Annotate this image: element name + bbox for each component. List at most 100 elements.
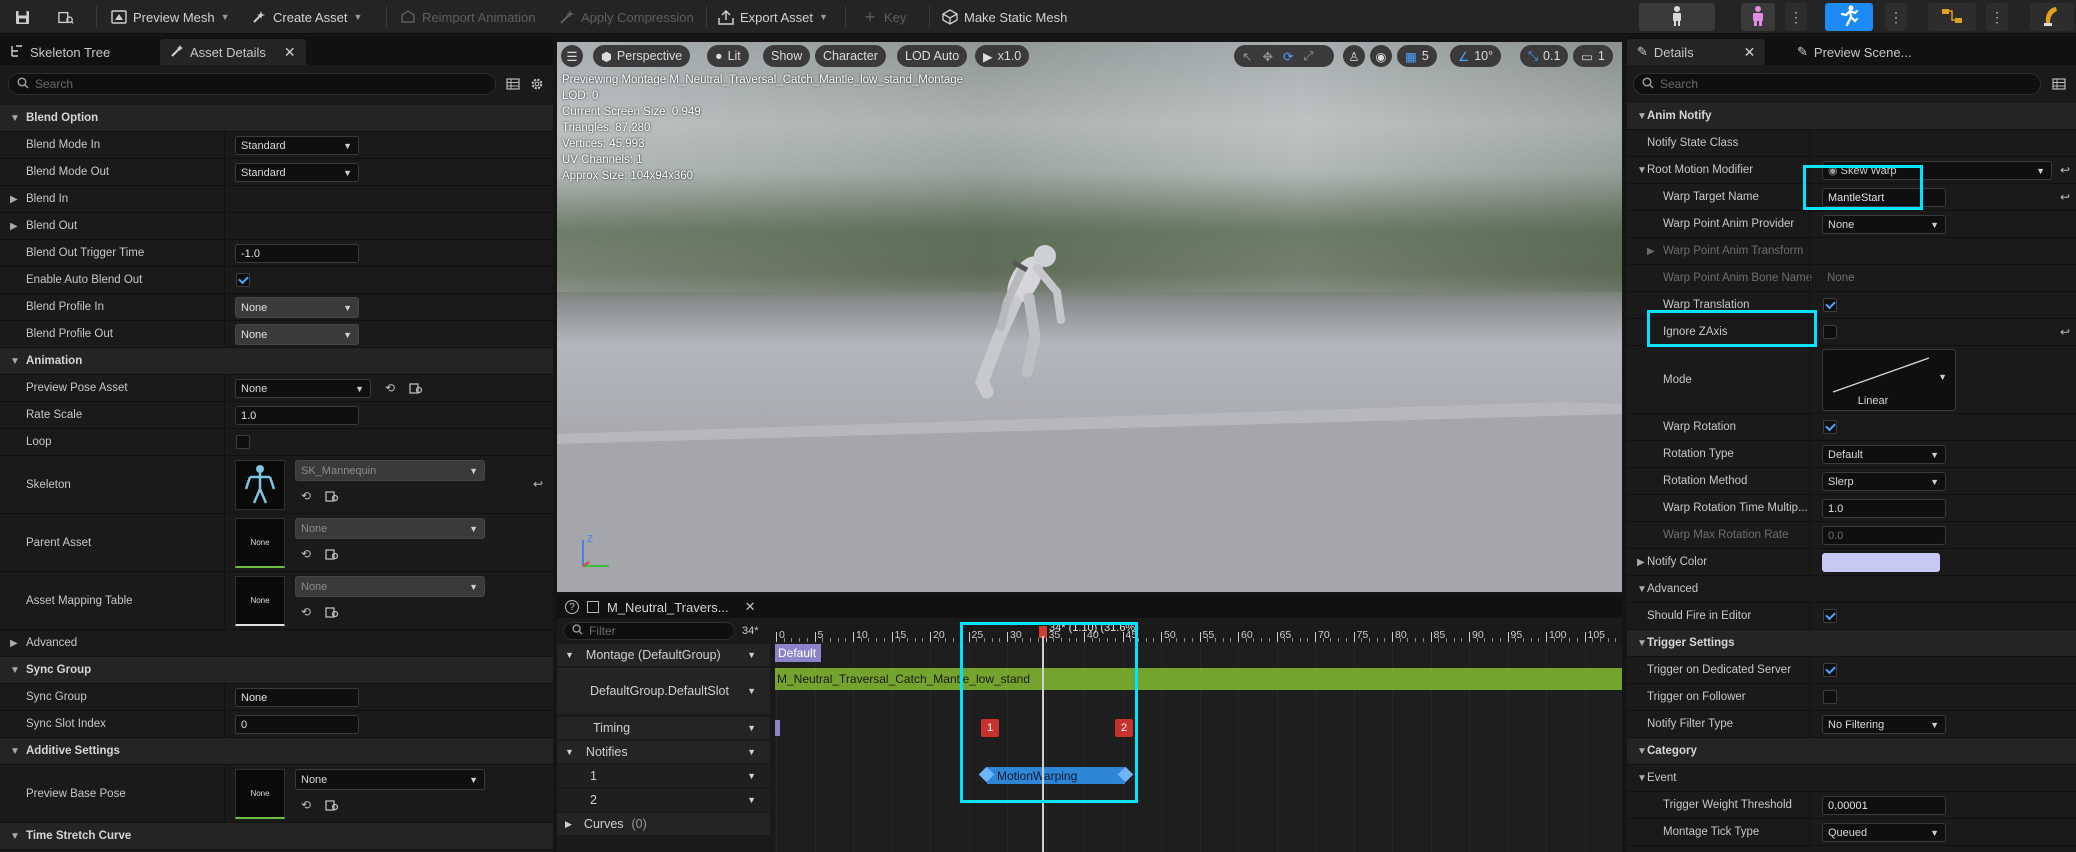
lit-button[interactable]: ● Lit: [707, 45, 749, 67]
reset-arrow-icon[interactable]: ↩: [2057, 189, 2073, 205]
row-advanced[interactable]: ▼ Advanced: [1627, 576, 2076, 603]
reset-arrow-icon[interactable]: ↩: [2057, 162, 2073, 178]
row-blend-in[interactable]: ▶ Blend In: [0, 186, 553, 213]
preview-base-pose-dropdown[interactable]: None ▼: [295, 769, 485, 790]
asset-details-search[interactable]: [8, 73, 496, 95]
section-trigger-settings[interactable]: ▼ Trigger Settings: [1627, 630, 2076, 657]
blend-mode-out-dropdown[interactable]: Standard ▼: [235, 163, 359, 182]
preview-mesh-button[interactable]: Preview Mesh ▼: [105, 4, 236, 30]
lod-button[interactable]: LOD Auto: [897, 45, 968, 67]
asset-mapping-table-dropdown[interactable]: None ▼: [295, 576, 485, 597]
grid-snap-button[interactable]: ▦ 5: [1397, 45, 1437, 67]
chevron-down-icon[interactable]: ▼: [747, 723, 756, 733]
mode-curve-dropdown[interactable]: Linear ▼: [1822, 349, 1956, 411]
warp-translation-checkbox[interactable]: [1823, 298, 1837, 312]
close-icon[interactable]: ✕: [1744, 44, 1756, 61]
notifies-row[interactable]: ▼ Notifies ▼: [557, 741, 770, 763]
row-advanced[interactable]: ▶ Advanced: [0, 630, 553, 657]
make-static-mesh-button[interactable]: Make Static Mesh: [936, 4, 1073, 30]
blueprint-mode-button[interactable]: [1928, 3, 1976, 31]
filter-input[interactable]: [589, 624, 734, 638]
motion-warping-notify-state[interactable]: MotionWarping: [987, 767, 1125, 784]
montage-tick-type-dropdown[interactable]: Queued ▼: [1822, 823, 1946, 842]
animation-mode-button[interactable]: [1825, 3, 1873, 31]
rate-scale-input[interactable]: 1.0: [235, 406, 359, 425]
use-selected-icon[interactable]: ⟲: [382, 380, 398, 396]
timing-marker-2[interactable]: 2: [1115, 719, 1133, 737]
timeline-tab[interactable]: ? M_Neutral_Travers... ✕: [557, 596, 764, 618]
select-tool-icon[interactable]: ↖: [1242, 49, 1252, 64]
table-view-icon[interactable]: [505, 76, 521, 92]
use-selected-icon[interactable]: ⟲: [298, 546, 314, 562]
section-additive-settings[interactable]: ▼ Additive Settings: [0, 738, 553, 765]
row-warp-point-anim-transform[interactable]: ▶ Warp Point Anim Transform: [1627, 238, 2076, 265]
blueprint-mode-menu[interactable]: ⋮: [1986, 3, 2008, 31]
browse-folder-icon[interactable]: [408, 380, 424, 396]
section-anim-notify[interactable]: ▼ Anim Notify: [1627, 103, 2076, 130]
surface-snap-button[interactable]: ◉: [1370, 45, 1392, 67]
save-button[interactable]: [8, 4, 36, 30]
chevron-down-icon[interactable]: ▼: [747, 650, 756, 660]
sync-group-input[interactable]: None: [235, 688, 359, 707]
playback-speed-button[interactable]: ▶ x1.0: [975, 45, 1030, 67]
browse-folder-icon[interactable]: [324, 488, 340, 504]
close-icon[interactable]: ✕: [284, 44, 296, 61]
section-animation[interactable]: ▼ Animation: [0, 348, 553, 375]
rotation-type-dropdown[interactable]: Default ▼: [1822, 445, 1946, 464]
scale-snap-button[interactable]: ⤡ 0.1: [1520, 45, 1569, 67]
details-search[interactable]: [1633, 73, 2041, 95]
montage-group-row[interactable]: ▼ Montage (DefaultGroup) ▼: [557, 644, 770, 666]
on-follower-checkbox[interactable]: [1823, 690, 1837, 704]
blend-profile-out-dropdown[interactable]: None ▼: [235, 324, 359, 345]
should-fire-checkbox[interactable]: [1823, 609, 1837, 623]
blend-mode-in-dropdown[interactable]: Standard ▼: [235, 136, 359, 155]
create-asset-button[interactable]: Create Asset ▼: [245, 4, 368, 30]
section-marker[interactable]: [775, 720, 780, 736]
blend-out-trigger-time-input[interactable]: -1.0: [235, 244, 359, 263]
default-slot-row[interactable]: DefaultGroup.DefaultSlot ▼: [557, 668, 770, 714]
character-button[interactable]: Character: [815, 45, 886, 67]
section-blend-option[interactable]: ▼ Blend Option: [0, 105, 553, 132]
parent-asset-thumbnail[interactable]: None: [235, 518, 285, 568]
apply-compression-button[interactable]: Apply Compression: [553, 4, 700, 30]
trigger-weight-threshold-input[interactable]: 0.00001: [1822, 796, 1946, 815]
reimport-animation-button[interactable]: Reimport Animation: [394, 4, 541, 30]
rotate-tool-icon[interactable]: ⟳: [1283, 49, 1293, 64]
preview-base-pose-thumbnail[interactable]: None: [235, 769, 285, 819]
export-asset-button[interactable]: Export Asset ▼: [712, 4, 834, 30]
notify-track-1[interactable]: 1 ▼: [557, 765, 770, 787]
search-input[interactable]: [35, 77, 495, 91]
warp-point-provider-dropdown[interactable]: None ▼: [1822, 215, 1946, 234]
auto-blend-out-checkbox[interactable]: [236, 273, 250, 287]
chevron-down-icon[interactable]: ▼: [747, 795, 756, 805]
montage-slot-segment[interactable]: M_Neutral_Traversal_Catch_Mantle_low_sta…: [775, 668, 1622, 690]
timing-row[interactable]: Timing ▼: [557, 717, 770, 739]
tab-skeleton-tree[interactable]: Skeleton Tree: [0, 39, 120, 65]
search-input[interactable]: [1660, 77, 2040, 91]
table-view-icon[interactable]: [2051, 76, 2067, 92]
rotation-time-multiplier-input[interactable]: 1.0: [1822, 499, 1946, 518]
root-motion-modifier-dropdown[interactable]: ◉ Skew Warp ▼: [1822, 161, 2052, 180]
sync-slot-index-input[interactable]: 0: [235, 715, 359, 734]
preview-viewport[interactable]: ☰ ⬢ Perspective ● Lit Show Character LOD A…: [557, 42, 1622, 592]
chevron-down-icon[interactable]: ▼: [747, 771, 756, 781]
animation-mode-menu[interactable]: ⋮: [1885, 3, 1907, 31]
section-sync-group[interactable]: ▼ Sync Group: [0, 657, 553, 684]
close-icon[interactable]: ✕: [745, 599, 756, 615]
browse-folder-icon[interactable]: [324, 546, 340, 562]
warp-rotation-checkbox[interactable]: [1823, 420, 1837, 434]
tab-asset-details[interactable]: Asset Details ✕: [160, 39, 306, 65]
key-button[interactable]: + Key: [856, 4, 912, 30]
browse-folder-icon[interactable]: [324, 604, 340, 620]
max-rotation-rate-input[interactable]: 0.0: [1822, 526, 1946, 545]
section-category[interactable]: ▼ Category: [1627, 738, 2076, 765]
skeleton-thumbnail[interactable]: [235, 460, 285, 510]
coordinate-space-button[interactable]: ♙: [1343, 45, 1365, 67]
settings-gear-icon[interactable]: [529, 76, 545, 92]
perspective-button[interactable]: ⬢ Perspective: [593, 45, 691, 67]
curves-row[interactable]: ▶ Curves (0): [557, 813, 770, 835]
parent-asset-dropdown[interactable]: None ▼: [295, 518, 485, 539]
reset-arrow-icon[interactable]: ↩: [530, 476, 546, 492]
warp-target-name-input[interactable]: MantleStart: [1822, 188, 1946, 207]
viewport-menu-button[interactable]: ☰: [561, 45, 583, 67]
